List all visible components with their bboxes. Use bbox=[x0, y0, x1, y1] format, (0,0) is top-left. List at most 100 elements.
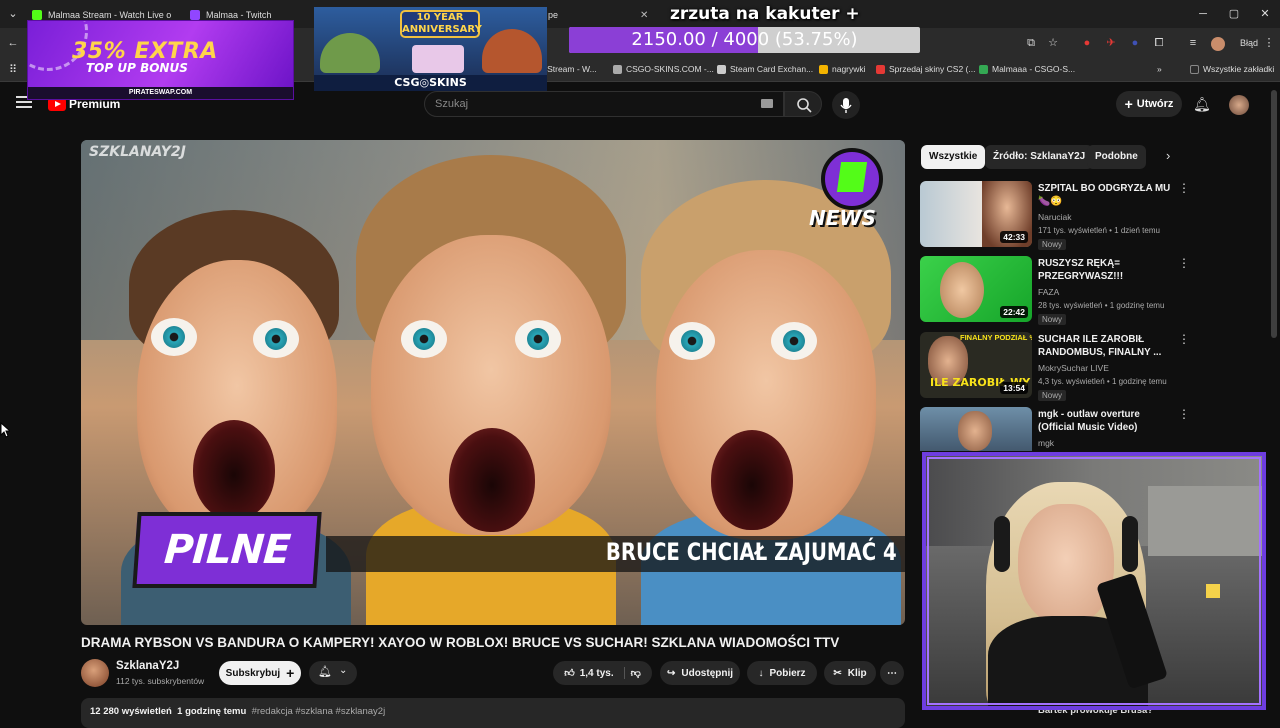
bookmark-star-icon[interactable]: ☆ bbox=[1046, 36, 1060, 50]
bookmark-label: CSGO-SKINS.COM -... bbox=[626, 64, 714, 74]
recommended-video[interactable]: mgk - outlaw overture (Official Music Vi… bbox=[920, 407, 1265, 451]
upload-time: 1 godzinę temu bbox=[177, 706, 247, 717]
search-input[interactable]: Szukaj bbox=[424, 91, 784, 117]
chip-similar[interactable]: Podobne bbox=[1087, 145, 1146, 169]
recommended-video[interactable]: 42:33 SZPITAL BO ODGRYZŁA MU 🍆😳 Naruciak… bbox=[920, 181, 1265, 251]
kid-right-eye bbox=[771, 322, 817, 360]
profile-avatar[interactable] bbox=[1211, 37, 1225, 51]
menu-kebab-icon[interactable]: ⋮ bbox=[1262, 36, 1276, 50]
notifications-bell-icon[interactable]: 🔔︎ bbox=[1193, 96, 1211, 113]
anniversary-badge: 10 YEAR ANNIVERSARY bbox=[400, 10, 482, 38]
more-vertical-icon[interactable]: ⋮ bbox=[1178, 256, 1190, 270]
more-vertical-icon[interactable]: ⋮ bbox=[1178, 181, 1190, 195]
kid-left-mouth bbox=[193, 420, 275, 520]
minimize-icon[interactable]: ─ bbox=[1196, 7, 1210, 21]
install-app-icon[interactable]: ⧉ bbox=[1024, 36, 1038, 50]
clip-label: Klip bbox=[847, 667, 867, 679]
donation-goal-text: 2150.00 / 4000 (53.75%) bbox=[631, 29, 858, 50]
news-badge-label: NEWS bbox=[809, 206, 876, 230]
new-badge: Nowy bbox=[1038, 239, 1067, 250]
create-button[interactable]: + Utwórz bbox=[1116, 91, 1182, 117]
notification-bell-button[interactable]: 🔔︎ ⌄ bbox=[309, 661, 357, 685]
bookmarks-overflow-icon[interactable]: » bbox=[1157, 64, 1162, 74]
kid-right-eye bbox=[669, 322, 715, 360]
extension-red-icon[interactable]: ● bbox=[1080, 36, 1094, 50]
subscribe-label: Subskrybuj bbox=[225, 667, 281, 679]
close-window-icon[interactable]: ✕ bbox=[1258, 7, 1272, 21]
account-avatar[interactable] bbox=[1229, 95, 1249, 115]
sheet-icon bbox=[979, 64, 988, 74]
video-thumbnail: 22:42 bbox=[920, 256, 1032, 322]
thumbnail-caption: FINALNY PODZIAŁ % bbox=[960, 333, 1032, 342]
search-icon bbox=[797, 98, 812, 113]
bookmark-item[interactable]: nagrywki bbox=[819, 64, 866, 74]
bell-icon: 🔔︎ bbox=[318, 666, 332, 678]
recommended-video[interactable]: FINALNY PODZIAŁ % ILE ZAROBIŁ WY 13:54 S… bbox=[920, 332, 1265, 402]
channel-name[interactable]: SzklanaY2J bbox=[116, 660, 179, 672]
folder-icon bbox=[819, 64, 828, 74]
chip-source[interactable]: Źródło: SzklanaY2J bbox=[985, 145, 1094, 169]
subscribe-button[interactable]: Subskrybuj + bbox=[219, 661, 301, 685]
bookmark-label: a Stream - W... bbox=[540, 64, 597, 74]
more-vertical-icon[interactable]: ⋮ bbox=[1178, 332, 1190, 346]
tab-partial[interactable]: pe bbox=[548, 5, 568, 25]
channel-avatar[interactable] bbox=[81, 659, 109, 687]
extension-blue-icon[interactable]: ● bbox=[1128, 36, 1142, 50]
bookmark-item-all[interactable]: Wszystkie zakładki bbox=[1190, 64, 1274, 74]
news-badge-logo bbox=[821, 148, 883, 210]
tab-close-icon[interactable]: ✕ bbox=[640, 5, 654, 25]
apps-grid-icon[interactable]: ⠿ bbox=[6, 63, 20, 77]
video-meta: 171 tys. wyświetleń • 1 dzień temu bbox=[1038, 226, 1160, 235]
more-vertical-icon[interactable]: ⋮ bbox=[1178, 407, 1190, 421]
description-box[interactable]: 12 280 wyświetleń 1 godzinę temu #redakc… bbox=[81, 698, 905, 728]
voice-search-button[interactable] bbox=[832, 91, 860, 119]
bookmark-item[interactable]: Steam Card Exchan... bbox=[717, 64, 813, 74]
bookmark-label: Malmaaa - CSGO-S... bbox=[992, 64, 1076, 74]
search-button[interactable] bbox=[784, 91, 822, 117]
bookmark-item[interactable]: Sprzedaj skiny CS2 (... bbox=[876, 64, 975, 74]
video-title: DRAMA RYBSON VS BANDURA O KAMPERY! XAYOO… bbox=[81, 635, 840, 650]
news-badge: NEWS bbox=[807, 148, 891, 244]
more-horizontal-icon: ⋯ bbox=[887, 667, 897, 679]
dislike-button[interactable]: 👎︎ bbox=[631, 667, 641, 679]
bookmark-item[interactable]: CSGO-SKINS.COM -... bbox=[613, 64, 714, 74]
video-player[interactable]: SZKLANAY2J NEWS BRUCE CHCIAŁ ZAJUMAĆ 4 P… bbox=[81, 140, 905, 625]
create-label: Utwórz bbox=[1136, 98, 1174, 110]
steam-icon bbox=[717, 64, 726, 74]
chevron-right-icon[interactable]: › bbox=[1166, 148, 1170, 163]
channel-watermark: SZKLANAY2J bbox=[89, 144, 186, 160]
new-badge: Nowy bbox=[1038, 314, 1067, 325]
chip-all[interactable]: Wszystkie bbox=[921, 145, 986, 169]
recommended-video[interactable]: 22:42 RUSZYSZ RĘKĄ= PRZEGRYWASZ!!! FAZA … bbox=[920, 256, 1265, 326]
pilne-stamp: PILNE bbox=[132, 512, 322, 588]
thumbnail-person bbox=[958, 411, 992, 451]
kid-left-eye bbox=[151, 318, 197, 356]
extensions-puzzle-icon[interactable]: ⧠ bbox=[1152, 36, 1166, 50]
tab-list-chevron-icon[interactable]: ⌄ bbox=[6, 7, 20, 21]
media-control-icon[interactable]: ≡ bbox=[1186, 36, 1200, 50]
maximize-icon[interactable]: ▢ bbox=[1227, 7, 1241, 21]
clip-button[interactable]: ✂ Klip bbox=[824, 661, 876, 685]
plus-icon: + bbox=[286, 665, 295, 681]
profile-error-label[interactable]: Błąd bbox=[1240, 38, 1258, 48]
bookmark-item[interactable]: Malmaaa - CSGO-S... bbox=[979, 64, 1075, 74]
download-button[interactable]: ↓ Pobierz bbox=[747, 661, 817, 685]
more-actions-button[interactable]: ⋯ bbox=[880, 661, 904, 685]
bookmark-label: Steam Card Exchan... bbox=[730, 64, 814, 74]
mouse-cursor-icon bbox=[0, 422, 10, 438]
page-scrollbar[interactable] bbox=[1271, 90, 1277, 338]
bookmark-item[interactable]: a Stream - W... bbox=[540, 64, 597, 74]
hashtags[interactable]: #redakcja #szklana #szklanay2j bbox=[252, 706, 386, 717]
tab-title: pe bbox=[548, 10, 559, 20]
download-label: Pobierz bbox=[769, 667, 806, 679]
extension-pink-icon[interactable]: ✈ bbox=[1104, 36, 1118, 50]
like-button[interactable]: 👍︎ 1,4 tys. bbox=[564, 667, 625, 679]
thumbnail-person bbox=[940, 262, 984, 318]
video-duration: 42:33 bbox=[1000, 231, 1028, 243]
share-button[interactable]: ↪ Udostępnij bbox=[660, 661, 740, 685]
keyboard-icon[interactable] bbox=[761, 99, 773, 108]
tab-title: Malmaa Stream - Watch Live o bbox=[48, 10, 172, 20]
back-arrow-icon[interactable]: ← bbox=[6, 36, 20, 50]
kid-middle-mouth bbox=[449, 428, 535, 532]
video-meta: 4,3 tys. wyświetleń • 1 godzinę temu bbox=[1038, 377, 1167, 386]
